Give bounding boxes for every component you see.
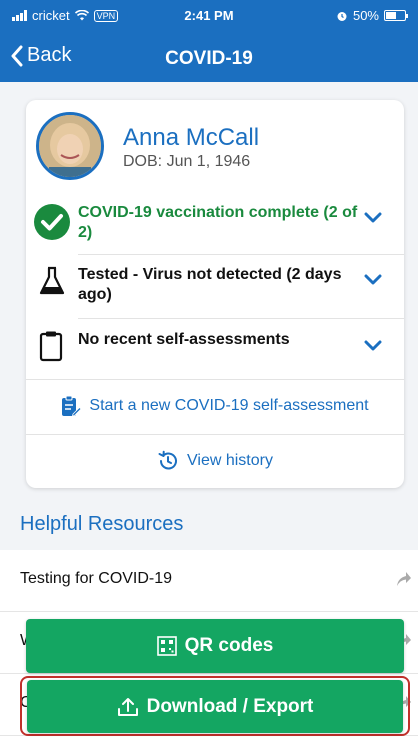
view-history-label: View history: [187, 452, 273, 469]
download-export-button[interactable]: Download / Export: [27, 680, 403, 733]
start-self-assessment-label: Start a new COVID-19 self-assessment: [89, 397, 369, 414]
vaccination-status-row[interactable]: COVID-19 vaccination complete (2 of 2): [26, 200, 404, 252]
history-icon: [158, 450, 178, 470]
download-export-label: Download / Export: [146, 695, 314, 717]
patient-name: Anna McCall: [123, 124, 260, 151]
battery-icon: [384, 10, 408, 21]
status-bar: cricket VPN 2:41 PM 50%: [0, 0, 418, 30]
clipboard-edit-icon: [62, 395, 82, 417]
nav-bar: Back COVID-19: [0, 36, 418, 80]
page-title: COVID-19: [165, 48, 253, 69]
helpful-resources-heading: Helpful Resources: [20, 513, 184, 535]
external-link-icon: [397, 572, 411, 586]
flask-icon: [39, 266, 65, 295]
upload-icon: [117, 697, 138, 716]
start-self-assessment-link[interactable]: Start a new COVID-19 self-assessment: [26, 386, 404, 426]
top-bar: cricket VPN 2:41 PM 50% Back COVID-19: [0, 0, 418, 82]
chevron-down-icon[interactable]: [364, 212, 382, 224]
test-result-text: Tested - Virus not detected (2 days ago): [78, 266, 342, 303]
alarm-icon: [337, 11, 347, 21]
qr-codes-button[interactable]: QR codes: [26, 619, 404, 673]
check-circle-icon: [34, 204, 70, 240]
qr-codes-label: QR codes: [184, 635, 274, 656]
clipboard-icon: [39, 331, 63, 362]
chevron-down-icon[interactable]: [364, 274, 382, 286]
divider: [78, 318, 404, 319]
resource-label: Testing for COVID-19: [20, 570, 173, 587]
qr-code-icon: [156, 636, 177, 656]
battery-percent: 50%: [352, 8, 379, 23]
divider: [26, 379, 404, 380]
divider: [78, 254, 404, 255]
view-history-link[interactable]: View history: [26, 441, 404, 481]
vaccination-status-text: COVID-19 vaccination complete (2 of 2): [78, 204, 358, 241]
chevron-down-icon[interactable]: [364, 340, 382, 352]
list-item[interactable]: Testing for COVID-19: [0, 550, 418, 612]
self-assessment-text: No recent self-assessments: [78, 331, 290, 348]
divider: [26, 434, 404, 435]
patient-dob: DOB: Jun 1, 1946: [123, 153, 251, 170]
test-result-row[interactable]: Tested - Virus not detected (2 days ago): [26, 260, 404, 315]
avatar: [36, 112, 104, 180]
covid-status-card: Anna McCall DOB: Jun 1, 1946 COVID-19 va…: [26, 100, 404, 488]
self-assessment-row[interactable]: No recent self-assessments: [26, 324, 404, 376]
